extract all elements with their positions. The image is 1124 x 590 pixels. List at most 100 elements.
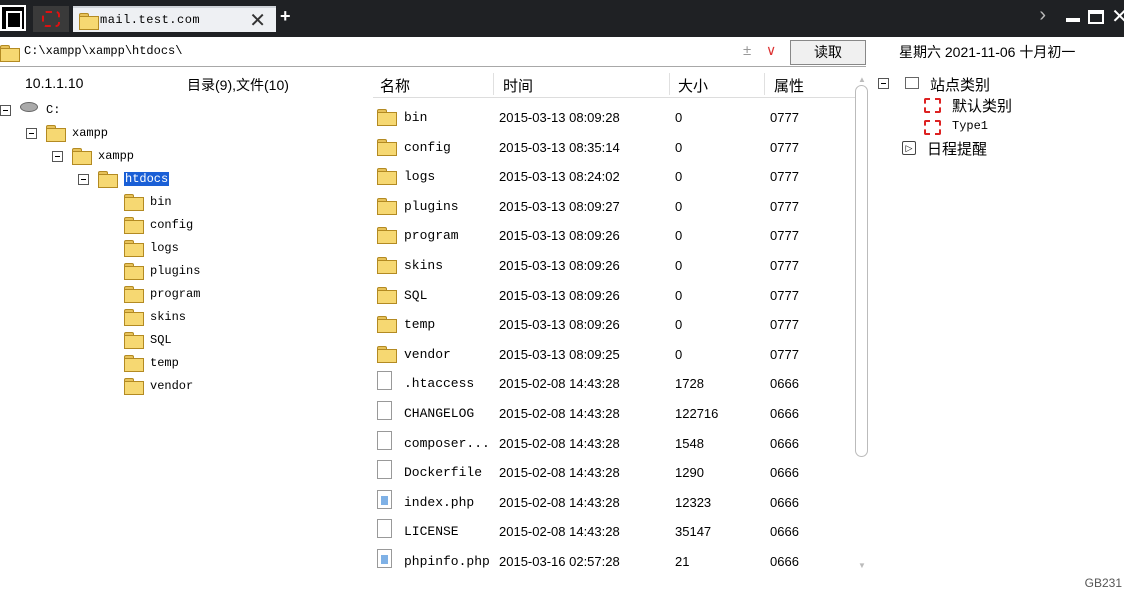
tab-close-icon[interactable]: ✕ <box>249 8 266 33</box>
tree-node-label: skins <box>150 310 187 324</box>
folder-icon <box>377 168 397 186</box>
file-time: 2015-03-13 08:09:25 <box>499 346 620 362</box>
collapse-icon[interactable] <box>26 128 37 139</box>
collapse-icon[interactable] <box>0 105 11 116</box>
file-row[interactable]: composer... 2015-02-08 14:43:28 1548 0666 <box>373 428 855 458</box>
file-name: .htaccess <box>404 376 475 392</box>
minimize-button[interactable] <box>1066 18 1080 22</box>
file-attr: 0777 <box>770 110 799 125</box>
app-menu-button[interactable] <box>0 5 26 31</box>
file-attr: 0777 <box>770 346 799 362</box>
file-icon <box>377 519 392 539</box>
file-row[interactable]: CHANGELOG 2015-02-08 14:43:28 122716 0666 <box>373 398 855 428</box>
category-root-label: 站点类别 <box>930 77 991 94</box>
new-tab-button[interactable]: + <box>280 6 291 27</box>
file-row[interactable]: SQL 2015-03-13 08:09:26 0 0777 <box>373 280 855 310</box>
record-button[interactable] <box>33 6 69 32</box>
list-scrollbar[interactable]: ▲ ▼ <box>855 75 868 571</box>
file-time: 2015-03-13 08:09:28 <box>499 110 620 125</box>
file-size: 0 <box>675 317 683 333</box>
file-attr: 0777 <box>770 198 799 214</box>
tree-node-label: logs <box>150 241 179 255</box>
file-icon <box>377 460 392 480</box>
folder-icon <box>124 263 144 280</box>
file-size: 21 <box>675 554 690 569</box>
file-row[interactable]: Dockerfile 2015-02-08 14:43:28 1290 0666 <box>373 457 855 487</box>
reminder-label: 日程提醒 <box>927 141 988 158</box>
scroll-thumb[interactable] <box>855 85 868 457</box>
folder-icon <box>124 309 144 326</box>
folder-icon <box>377 286 397 304</box>
dropdown-icon[interactable]: ∨ <box>766 42 776 59</box>
tree-node-label: xampp <box>72 126 109 140</box>
file-row[interactable]: skins 2015-03-13 08:09:26 0 0777 <box>373 250 855 280</box>
tree-node-label: program <box>150 287 201 301</box>
file-name: phpinfo.php <box>404 554 490 569</box>
folder-icon <box>377 257 397 274</box>
file-size: 1290 <box>675 465 704 481</box>
file-row[interactable]: phpinfo.php 2015-03-16 02:57:28 21 0666 <box>373 546 855 576</box>
file-row[interactable]: temp 2015-03-13 08:09:26 0 0777 <box>373 309 855 339</box>
file-name: vendor <box>404 346 451 362</box>
file-row[interactable]: plugins 2015-03-13 08:09:27 0 0777 <box>373 191 855 221</box>
file-icon <box>377 371 392 391</box>
maximize-button[interactable] <box>1088 10 1104 24</box>
file-name: config <box>404 139 451 155</box>
file-size: 1728 <box>675 376 704 392</box>
next-arrow-icon[interactable]: › <box>1039 4 1046 27</box>
folder-icon <box>79 13 99 30</box>
file-time: 2015-02-08 14:43:28 <box>499 406 620 421</box>
folder-icon <box>377 227 397 245</box>
plusminus-icon[interactable]: ± <box>743 42 751 59</box>
file-row[interactable]: vendor 2015-03-13 08:09:25 0 0777 <box>373 339 855 369</box>
dir-file-counts: 目录(9),文件(10) <box>187 77 289 93</box>
file-icon <box>377 401 392 420</box>
tab-title: mail.test.com <box>100 13 201 27</box>
file-time: 2015-03-13 08:35:14 <box>499 139 620 155</box>
folder-icon <box>124 217 144 234</box>
file-size: 0 <box>675 110 683 125</box>
file-row[interactable]: .htaccess 2015-02-08 14:43:28 1728 0666 <box>373 368 855 398</box>
scroll-up-icon[interactable]: ▲ <box>858 75 866 84</box>
file-name: CHANGELOG <box>404 406 475 421</box>
read-button[interactable]: 读取 <box>790 40 866 65</box>
drive-icon <box>20 102 38 112</box>
scroll-down-icon[interactable]: ▼ <box>858 561 866 570</box>
file-attr: 0777 <box>770 317 799 333</box>
column-size[interactable]: 大小 <box>678 75 708 96</box>
collapse-icon[interactable] <box>878 78 889 89</box>
file-row[interactable]: LICENSE 2015-02-08 14:43:28 35147 0666 <box>373 516 855 546</box>
folder-icon <box>377 345 397 363</box>
file-attr: 0777 <box>770 139 799 155</box>
address-bar: C:\xampp\xampp\htdocs\ ± ∨ 读取 <box>0 38 866 67</box>
file-row[interactable]: program 2015-03-13 08:09:26 0 0777 <box>373 220 855 250</box>
tab-mail-test-com[interactable]: mail.test.com ✕ <box>73 6 276 32</box>
column-attr[interactable]: 属性 <box>774 75 804 96</box>
file-size: 0 <box>675 287 683 303</box>
file-row[interactable]: config 2015-03-13 08:35:14 0 0777 <box>373 132 855 162</box>
file-time: 2015-02-08 14:43:28 <box>499 524 620 540</box>
tree-node-label: htdocs <box>124 172 170 186</box>
file-size: 12323 <box>675 494 712 510</box>
column-time[interactable]: 时间 <box>503 75 533 96</box>
tab-bar: mail.test.com ✕ + › ✕ <box>0 0 1124 37</box>
file-attr: 0666 <box>770 554 799 569</box>
collapse-icon[interactable] <box>52 151 63 162</box>
file-time: 2015-03-13 08:24:02 <box>499 169 620 185</box>
close-window-button[interactable]: ✕ <box>1111 4 1124 29</box>
file-row[interactable]: bin 2015-03-13 08:09:28 0 0777 <box>373 102 855 132</box>
file-row[interactable]: logs 2015-03-13 08:24:02 0 0777 <box>373 161 855 191</box>
column-name[interactable]: 名称 <box>380 75 410 96</box>
file-icon <box>377 430 392 450</box>
file-size: 0 <box>675 198 683 214</box>
file-attr: 0666 <box>770 465 799 481</box>
folder-icon <box>46 125 66 142</box>
file-attr: 0777 <box>770 228 799 244</box>
file-icon <box>377 549 392 568</box>
file-name: temp <box>404 317 436 333</box>
file-row[interactable]: index.php 2015-02-08 14:43:28 12323 0666 <box>373 487 855 517</box>
path-input[interactable]: C:\xampp\xampp\htdocs\ <box>24 44 182 58</box>
folder-icon <box>124 332 144 349</box>
file-attr: 0666 <box>770 376 799 392</box>
collapse-icon[interactable] <box>78 174 89 185</box>
